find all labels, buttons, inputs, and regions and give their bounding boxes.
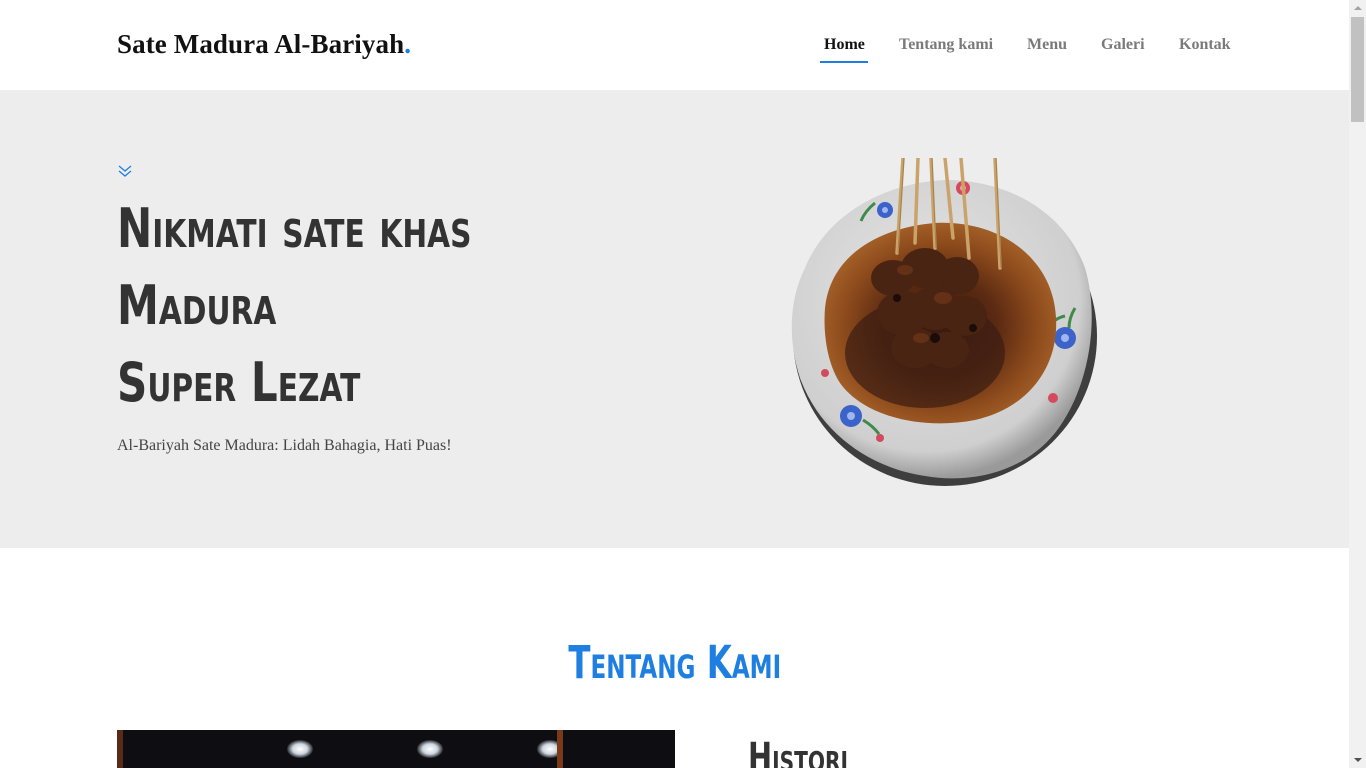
histori-heading: Histori (748, 735, 849, 768)
tentang-kami-title-text: Tentang Kami (568, 636, 781, 689)
nav-galeri[interactable]: Galeri (1101, 36, 1145, 54)
tentang-kami-title: Tentang Kami (0, 636, 1349, 689)
page: Sate Madura Al-Bariyah. Home Tentang kam… (0, 0, 1349, 768)
image-frame-left (117, 730, 123, 768)
hero-subtitle: Al-Bariyah Sate Madura: Lidah Bahagia, H… (117, 437, 452, 454)
scroll-thumb[interactable] (1351, 17, 1364, 122)
image-frame-right (557, 730, 563, 768)
about-image (117, 730, 675, 768)
sate-plate-image (785, 156, 1099, 488)
scroll-down-arrow-icon[interactable] (1349, 751, 1366, 768)
hero-title-line: Nikmati sate khas (117, 197, 472, 260)
hero-title-line: Madura (117, 274, 277, 337)
site-header: Sate Madura Al-Bariyah. Home Tentang kam… (0, 0, 1349, 90)
double-chevron-down-icon (118, 165, 132, 177)
lamp-light (417, 740, 443, 758)
scroll-up-arrow-icon[interactable] (1349, 0, 1366, 17)
main-nav: Home Tentang kami Menu Galeri Kontak (0, 36, 1349, 66)
lamp-light (287, 740, 313, 758)
hero-title-line: Super Lezat (117, 351, 361, 414)
page-scrollbar[interactable] (1349, 0, 1366, 768)
nav-menu[interactable]: Menu (1027, 36, 1067, 54)
hero-title: Nikmati sate khas Madura Super Lezat (117, 190, 471, 421)
nav-kontak[interactable]: Kontak (1179, 36, 1231, 54)
nav-tentang-kami[interactable]: Tentang kami (899, 36, 993, 54)
nav-home[interactable]: Home (820, 36, 868, 63)
hero-section: Nikmati sate khas Madura Super Lezat Al-… (0, 90, 1349, 548)
